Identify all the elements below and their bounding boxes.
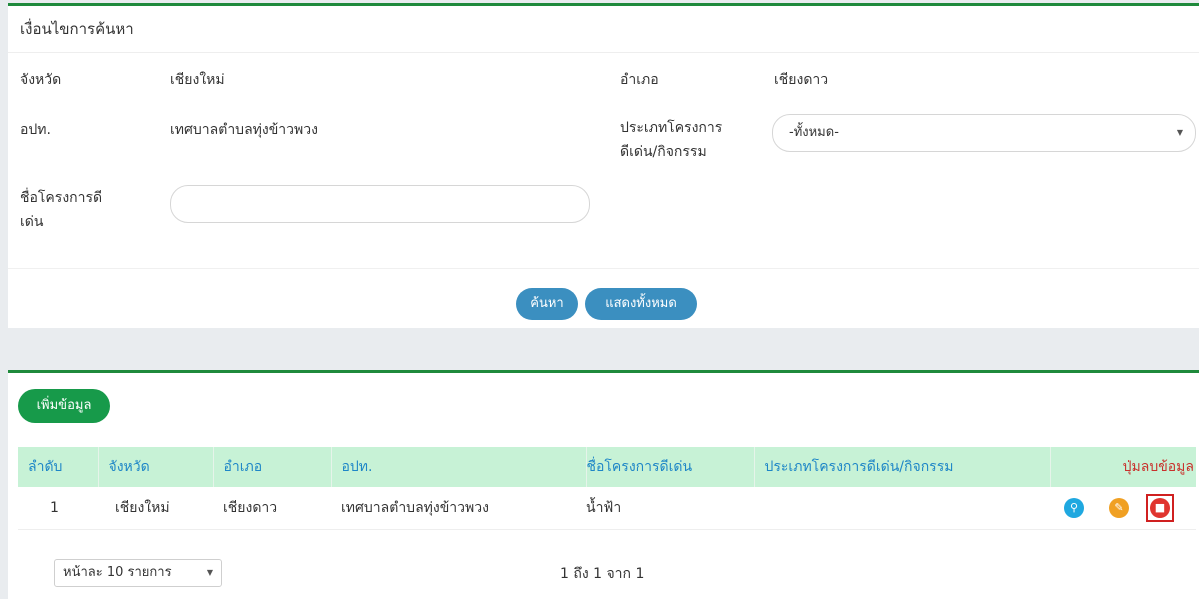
project-type-label-line2: ดีเด่น/กิจกรรม — [620, 144, 707, 160]
project-name-input[interactable] — [170, 185, 590, 223]
table-header-row: ลำดับ จังหวัด อำเภอ อปท. ชื่อโครงการดีเด… — [18, 447, 1196, 487]
col-project: ชื่อโครงการดีเด่น — [586, 447, 755, 487]
cell-no: 1 — [18, 487, 98, 530]
search-button[interactable]: ค้นหา — [516, 288, 578, 320]
cell-province: เชียงใหม่ — [98, 487, 213, 530]
table-row: 1 เชียงใหม่ เชียงดาว เทศบาลตำบลทุ่งข้าวพ… — [18, 487, 1196, 530]
search-panel-title: เงื่อนไขการค้นหา — [8, 6, 1199, 53]
project-type-label: ประเภทโครงการ ดีเด่น/กิจกรรม — [620, 116, 722, 164]
lao-value: เทศบาลตำบลทุ่งข้าวพวง — [170, 122, 318, 138]
cell-project: น้ำฟ้า — [586, 487, 754, 530]
cell-actions: ⚲ ✎ ■ — [1050, 487, 1196, 530]
col-lao: อปท. — [331, 447, 587, 487]
search-panel: เงื่อนไขการค้นหา จังหวัด เชียงใหม่ อำเภอ… — [8, 3, 1199, 328]
col-type: ประเภทโครงการดีเด่น/กิจกรรม — [754, 447, 1051, 487]
cell-district: เชียงดาว — [213, 487, 331, 530]
project-type-label-line1: ประเภทโครงการ — [620, 120, 723, 136]
cell-type — [754, 487, 1050, 530]
district-label: อำเภอ — [620, 72, 659, 88]
project-name-label-line2: เด่น — [20, 214, 44, 230]
caret-down-icon: ▼ — [206, 568, 213, 577]
cell-lao: เทศบาลตำบลทุ่งข้าวพวง — [331, 487, 586, 530]
page-size-value: หน้าละ 10 รายการ — [63, 565, 172, 580]
lao-label: อปท. — [20, 122, 51, 138]
results-table: ลำดับ จังหวัด อำเภอ อปท. ชื่อโครงการดีเด… — [18, 447, 1196, 530]
delete-button[interactable]: ■ — [1146, 494, 1174, 522]
col-delete: ปุ่มลบข้อมูล — [1122, 459, 1194, 475]
project-type-select[interactable]: -ทั้งหมด- ▼ — [772, 114, 1196, 152]
search-icon[interactable]: ⚲ — [1064, 498, 1084, 518]
caret-down-icon: ▼ — [1176, 128, 1183, 137]
province-label: จังหวัด — [20, 72, 62, 88]
edit-icon[interactable]: ✎ — [1109, 498, 1129, 518]
project-name-label: ชื่อโครงการดี เด่น — [20, 186, 102, 234]
col-province: จังหวัด — [98, 447, 214, 487]
search-actions: ค้นหา แสดงทั้งหมด — [8, 268, 1199, 329]
show-all-button[interactable]: แสดงทั้งหมด — [585, 288, 697, 320]
col-no: ลำดับ — [18, 447, 99, 487]
project-type-select-value: -ทั้งหมด- — [789, 125, 839, 140]
project-name-label-line1: ชื่อโครงการดี — [20, 190, 103, 206]
page-size-select[interactable]: หน้าละ 10 รายการ ▼ — [54, 559, 222, 587]
trash-icon: ■ — [1150, 498, 1170, 518]
pagination-info: 1 ถึง 1 จาก 1 — [560, 566, 645, 582]
district-value: เชียงดาว — [774, 72, 829, 88]
province-value: เชียงใหม่ — [170, 72, 225, 88]
col-district: อำเภอ — [213, 447, 332, 487]
results-panel: เพิ่มข้อมูล ลำดับ จังหวัด อำเภอ อปท. ชื่… — [8, 370, 1199, 599]
add-data-button[interactable]: เพิ่มข้อมูล — [18, 389, 110, 423]
